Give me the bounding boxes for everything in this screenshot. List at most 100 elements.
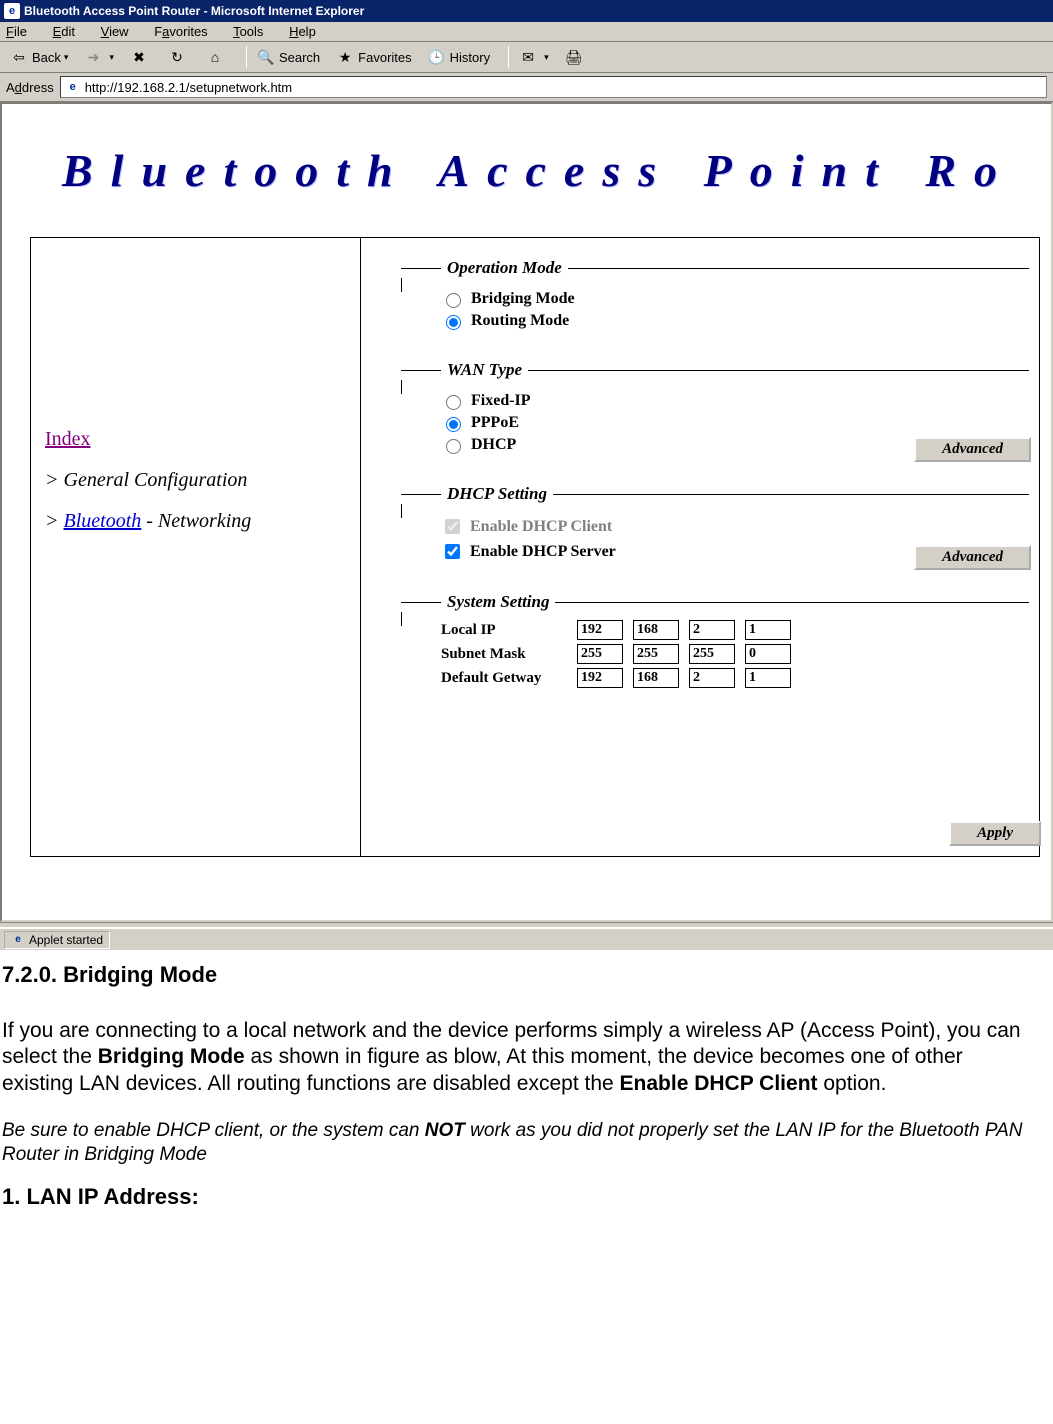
input-gateway-1[interactable]	[633, 668, 679, 688]
home-button[interactable]: ⌂	[202, 46, 232, 68]
status-bar: e Applet started	[0, 928, 1053, 950]
checkbox-enable-dhcp-server[interactable]	[445, 544, 460, 559]
input-subnet-2[interactable]	[689, 644, 735, 664]
doc-note-bold: NOT	[425, 1120, 465, 1141]
sidebar-networking-suffix: - Networking	[141, 510, 251, 532]
favorites-icon: ★	[336, 48, 354, 66]
menu-file[interactable]: File	[6, 24, 27, 39]
link-index[interactable]: Index	[45, 428, 91, 450]
history-icon: 🕒	[428, 48, 446, 66]
sidebar-general-line: > General Configuration	[45, 469, 340, 492]
status-text: Applet started	[29, 933, 103, 947]
radio-fixed-ip[interactable]	[446, 395, 461, 410]
sidebar-bluetooth-line: > Bluetooth - Networking	[45, 510, 340, 533]
back-icon: ⇦	[10, 48, 28, 66]
doc-para-bold1: Bridging Mode	[98, 1045, 245, 1068]
document-text: 7.2.0. Bridging Mode If you are connecti…	[0, 950, 1040, 1210]
radio-pppoe[interactable]	[446, 417, 461, 432]
label-fixed-ip: Fixed-IP	[471, 392, 531, 410]
sidebar: Index > General Configuration > Bluetoot…	[31, 238, 361, 856]
refresh-button[interactable]: ↻	[164, 46, 194, 68]
advanced-button-wan[interactable]: Advanced	[914, 437, 1031, 462]
label-routing-mode: Routing Mode	[471, 312, 569, 330]
input-gateway-2[interactable]	[689, 668, 735, 688]
doc-paragraph: If you are connecting to a local network…	[2, 1018, 1038, 1097]
legend-operation-mode: Operation Mode	[441, 258, 568, 278]
radio-routing-mode[interactable]	[446, 315, 461, 330]
print-icon: 🖨	[565, 48, 583, 66]
doc-subheading: 1. LAN IP Address:	[2, 1184, 1038, 1210]
menu-help[interactable]: Help	[289, 24, 316, 39]
chevron-down-icon: ▾	[64, 52, 69, 63]
sidebar-general-label: General Configuration	[64, 469, 248, 491]
address-label: Address	[6, 80, 54, 95]
toolbar-separator	[508, 46, 509, 68]
search-label: Search	[279, 50, 320, 65]
toolbar-separator	[246, 46, 247, 68]
menu-view[interactable]: View	[101, 24, 129, 39]
page-icon: e	[65, 79, 81, 95]
address-input[interactable]: e http://192.168.2.1/setupnetwork.htm	[60, 76, 1047, 98]
fieldset-wan-type: WAN Type Fixed-IP PPPoE DHCP Advanced	[401, 360, 1029, 466]
doc-heading: 7.2.0. Bridging Mode	[2, 962, 1038, 988]
label-local-ip: Local IP	[441, 622, 571, 639]
fieldset-system-setting: System Setting Local IP Subnet Mask Defa…	[401, 592, 1029, 696]
radio-row-routing: Routing Mode	[441, 312, 1029, 330]
advanced-button-dhcp[interactable]: Advanced	[914, 545, 1031, 570]
legend-dhcp-setting: DHCP Setting	[441, 484, 553, 504]
menu-bar: File Edit View Favorites Tools Help	[0, 22, 1053, 42]
radio-dhcp[interactable]	[446, 439, 461, 454]
input-gateway-3[interactable]	[745, 668, 791, 688]
label-enable-dhcp-server: Enable DHCP Server	[470, 543, 616, 561]
input-local-ip-0[interactable]	[577, 620, 623, 640]
doc-para-bold2: Enable DHCP Client	[620, 1072, 818, 1095]
print-button[interactable]: 🖨	[561, 46, 591, 68]
search-button[interactable]: 🔍 Search	[253, 46, 324, 68]
apply-button[interactable]: Apply	[949, 821, 1041, 846]
input-subnet-0[interactable]	[577, 644, 623, 664]
chevron-down-icon: ▾	[109, 52, 114, 63]
input-local-ip-3[interactable]	[745, 620, 791, 640]
address-value: http://192.168.2.1/setupnetwork.htm	[85, 80, 292, 95]
mail-button[interactable]: ✉ ▾	[515, 46, 553, 68]
checkbox-row-dhcp-client: Enable DHCP Client	[441, 516, 1029, 537]
page-body: Index > General Configuration > Bluetoot…	[30, 237, 1040, 857]
radio-bridging-mode[interactable]	[446, 293, 461, 308]
input-gateway-0[interactable]	[577, 668, 623, 688]
page-banner: Bluetooth Access Point Ro	[2, 104, 1051, 227]
forward-button[interactable]: ➔ ▾	[80, 46, 118, 68]
stop-icon: ✖	[130, 48, 148, 66]
home-icon: ⌂	[206, 48, 224, 66]
menu-edit[interactable]: Edit	[53, 24, 75, 39]
radio-row-bridging: Bridging Mode	[441, 290, 1029, 308]
label-pppoe: PPPoE	[471, 414, 519, 432]
history-button[interactable]: 🕒 History	[424, 46, 494, 68]
label-subnet-mask: Subnet Mask	[441, 646, 571, 663]
menu-favorites[interactable]: Favorites	[154, 24, 207, 39]
window-title: Bluetooth Access Point Router - Microsof…	[24, 4, 364, 18]
favorites-button[interactable]: ★ Favorites	[332, 46, 415, 68]
radio-row-pppoe: PPPoE	[441, 414, 1029, 432]
system-grid: Local IP Subnet Mask Default Getway	[441, 620, 1029, 688]
link-bluetooth[interactable]: Bluetooth	[64, 510, 142, 532]
main-panel: Operation Mode Bridging Mode Routing Mod…	[361, 238, 1039, 856]
doc-note-pre: Be sure to enable DHCP client, or the sy…	[2, 1120, 425, 1141]
chevron-down-icon: ▾	[544, 52, 549, 63]
label-bridging-mode: Bridging Mode	[471, 290, 575, 308]
back-button[interactable]: ⇦ Back ▾	[6, 46, 72, 68]
favorites-label: Favorites	[358, 50, 411, 65]
label-default-gateway: Default Getway	[441, 670, 571, 687]
input-local-ip-1[interactable]	[633, 620, 679, 640]
legend-wan-type: WAN Type	[441, 360, 528, 380]
input-subnet-3[interactable]	[745, 644, 791, 664]
input-local-ip-2[interactable]	[689, 620, 735, 640]
back-label: Back	[32, 50, 61, 65]
radio-row-fixed-ip: Fixed-IP	[441, 392, 1029, 410]
menu-tools[interactable]: Tools	[233, 24, 263, 39]
mail-icon: ✉	[519, 48, 537, 66]
search-icon: 🔍	[257, 48, 275, 66]
window-titlebar: e Bluetooth Access Point Router - Micros…	[0, 0, 1053, 22]
input-subnet-1[interactable]	[633, 644, 679, 664]
history-label: History	[450, 50, 490, 65]
stop-button[interactable]: ✖	[126, 46, 156, 68]
